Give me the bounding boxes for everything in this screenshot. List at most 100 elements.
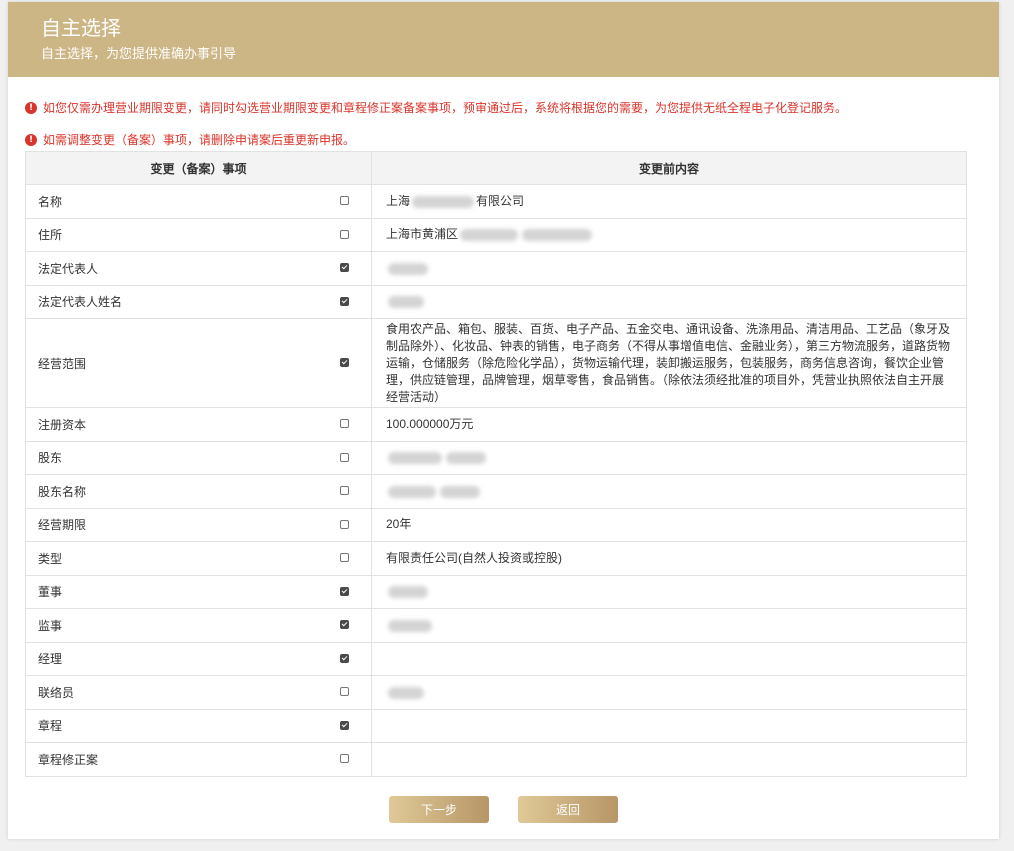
change-item-checkbox[interactable]	[340, 519, 349, 529]
notice-text: 如需调整变更（备案）事项，请删除申请案后重更新申报。	[43, 133, 356, 147]
change-item-label: 住所	[38, 228, 63, 243]
alert-icon: !	[25, 102, 37, 114]
table-row: 经营期限 20年	[25, 507, 967, 542]
change-item-cell: 法定代表人姓名	[25, 284, 372, 319]
change-item-cell: 注册资本	[25, 407, 372, 442]
notice-duration-change: ! 如您仅需办理营业期限变更，请同时勾选营业期限变更和章程修正案备案事项，预审通…	[25, 101, 847, 115]
table-header-row: 变更（备案）事项 变更前内容	[25, 151, 967, 185]
before-content-cell: 食用农产品、箱包、服装、百货、电子产品、五金交电、通讯设备、洗涤用品、清洁用品、…	[371, 318, 967, 408]
before-content-cell	[371, 284, 967, 319]
table-row: 名称 上海 有限公司	[25, 184, 967, 219]
page-title: 自主选择	[41, 18, 121, 40]
alert-icon: !	[25, 134, 37, 146]
change-item-checkbox[interactable]	[340, 296, 349, 306]
before-content-cell	[371, 440, 967, 475]
change-item-cell: 经营范围	[25, 318, 372, 408]
change-item-checkbox[interactable]	[340, 687, 349, 697]
change-item-label: 法定代表人	[38, 261, 99, 276]
change-item-label: 联络员	[38, 685, 75, 700]
change-item-label: 法定代表人姓名	[38, 295, 123, 310]
table-row: 股东	[25, 440, 967, 475]
table-row: 章程修正案	[25, 742, 967, 777]
table-row: 经理	[25, 641, 967, 676]
change-item-label: 股东名称	[38, 484, 87, 499]
table-body: 名称 上海 有限公司住所 上海市黄浦区法定代表人法定代表人姓名经营范围 食用农产品、箱包…	[25, 184, 967, 777]
header-before-content: 变更前内容	[371, 151, 967, 185]
change-item-checkbox[interactable]	[340, 720, 349, 730]
table-row: 监事	[25, 608, 967, 643]
before-content-suffix: 有限公司	[476, 193, 525, 208]
change-item-label: 名称	[38, 194, 63, 209]
change-item-checkbox[interactable]	[340, 653, 349, 663]
before-content-text: 食用农产品、箱包、服装、百货、电子产品、五金交电、通讯设备、洗涤用品、清洁用品、…	[386, 321, 951, 404]
change-item-label: 董事	[38, 585, 63, 600]
table-row: 章程	[25, 708, 967, 743]
before-content-cell	[371, 708, 967, 743]
change-item-cell: 联络员	[25, 675, 372, 710]
before-content-cell	[371, 608, 967, 643]
table-row: 经营范围 食用农产品、箱包、服装、百货、电子产品、五金交电、通讯设备、洗涤用品、清…	[25, 318, 967, 408]
redacted-mask	[522, 229, 593, 242]
redacted-mask	[388, 619, 432, 632]
page-subtitle: 自主选择，为您提供准确办事引导	[41, 46, 237, 61]
before-content-cell	[371, 574, 967, 609]
change-item-cell: 股东名称	[25, 474, 372, 509]
redacted-mask	[388, 452, 442, 465]
change-item-cell: 股东	[25, 440, 372, 475]
change-item-label: 注册资本	[38, 417, 87, 432]
table-row: 类型 有限责任公司(自然人投资或控股)	[25, 541, 967, 576]
before-content-cell	[371, 675, 967, 710]
change-item-checkbox[interactable]	[340, 586, 349, 596]
change-item-cell: 章程	[25, 708, 372, 743]
change-item-cell: 章程修正案	[25, 742, 372, 777]
next-button[interactable]: 下一步	[389, 796, 489, 823]
table-row: 法定代表人姓名	[25, 284, 967, 319]
change-item-label: 监事	[38, 618, 63, 633]
change-item-cell: 法定代表人	[25, 251, 372, 286]
change-item-checkbox[interactable]	[340, 419, 349, 429]
change-item-cell: 类型	[25, 541, 372, 576]
change-item-cell: 经理	[25, 641, 372, 676]
table-row: 董事	[25, 574, 967, 609]
change-item-checkbox[interactable]	[340, 263, 349, 273]
before-content-cell: 上海 有限公司	[371, 184, 967, 219]
change-item-checkbox[interactable]	[340, 486, 349, 496]
before-content-cell: 上海市黄浦区	[371, 217, 967, 252]
change-item-checkbox[interactable]	[340, 620, 349, 630]
table-row: 住所 上海市黄浦区	[25, 217, 967, 252]
change-item-checkbox[interactable]	[340, 358, 349, 367]
change-item-cell: 名称	[25, 184, 372, 219]
change-item-checkbox[interactable]	[340, 196, 349, 206]
redacted-mask	[412, 195, 475, 208]
redacted-mask	[446, 452, 486, 465]
before-content-text: 上海市黄浦区	[386, 227, 459, 242]
change-item-label: 股东	[38, 451, 63, 466]
before-content-text: 有限责任公司(自然人投资或控股)	[386, 550, 562, 565]
change-item-checkbox[interactable]	[340, 553, 349, 563]
before-content-text: 100.000000万元	[386, 416, 474, 431]
change-item-checkbox[interactable]	[340, 452, 349, 462]
back-button[interactable]: 返回	[518, 796, 618, 823]
notice-text: 如您仅需办理营业期限变更，请同时勾选营业期限变更和章程修正案备案事项，预审通过后…	[43, 101, 848, 115]
notice-adjust-items: ! 如需调整变更（备案）事项，请删除申请案后重更新申报。	[25, 133, 355, 147]
change-item-label: 类型	[38, 551, 63, 566]
change-item-label: 经营期限	[38, 518, 87, 533]
table-row: 注册资本 100.000000万元	[25, 407, 967, 442]
header-change-item: 变更（备案）事项	[25, 151, 372, 185]
change-item-label: 章程修正案	[38, 752, 99, 767]
redacted-mask	[388, 262, 428, 275]
change-items-table: 变更（备案）事项 变更前内容 名称 上海 有限公司住所 上海市黄浦区法定代表人法定代表…	[25, 151, 967, 777]
before-content-cell	[371, 251, 967, 286]
redacted-mask	[460, 229, 519, 242]
change-item-label: 章程	[38, 719, 63, 734]
change-item-checkbox[interactable]	[340, 229, 349, 239]
redacted-mask	[440, 485, 480, 498]
before-content-cell	[371, 474, 967, 509]
redacted-mask	[388, 586, 428, 599]
before-content-cell: 20年	[371, 507, 967, 542]
change-item-cell: 经营期限	[25, 507, 372, 542]
redacted-mask	[388, 686, 424, 699]
change-item-checkbox[interactable]	[340, 754, 349, 764]
table-row: 股东名称	[25, 474, 967, 509]
table-row: 联络员	[25, 675, 967, 710]
